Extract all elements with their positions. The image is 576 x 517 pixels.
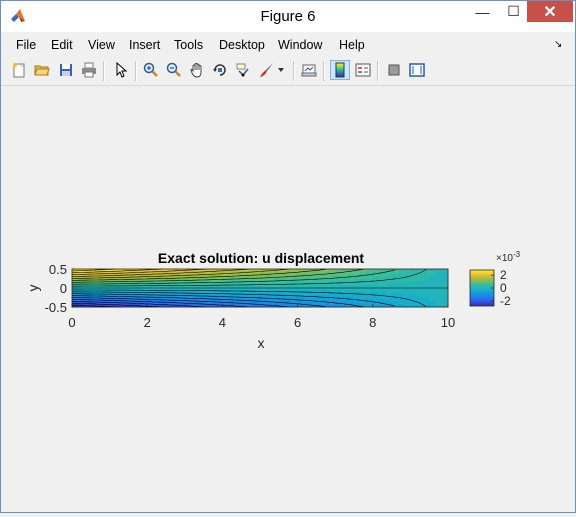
menu-overflow-icon[interactable]: ↘: [554, 39, 562, 50]
hide-plot-tools-icon[interactable]: [384, 60, 404, 80]
x-axis-label: x: [258, 335, 265, 351]
legend-icon[interactable]: [353, 60, 373, 80]
menu-file[interactable]: File: [16, 38, 36, 52]
zoom-in-icon[interactable]: [141, 60, 161, 80]
figure-window: Figure 6 — ☐ ✕ File Edit View Insert Too…: [0, 0, 576, 513]
x-tick-label: 8: [369, 315, 376, 330]
colorbar-exponent: ×10-3: [496, 250, 521, 264]
menu-help[interactable]: Help: [339, 38, 365, 52]
x-tick-label: 2: [144, 315, 151, 330]
show-plot-tools-icon[interactable]: [407, 60, 427, 80]
link-plot-icon[interactable]: [299, 60, 319, 80]
new-figure-icon[interactable]: [9, 60, 29, 80]
y-tick-label: -0.5: [45, 300, 67, 315]
toolbar-separator: [293, 61, 295, 81]
save-icon[interactable]: [56, 60, 76, 80]
close-button[interactable]: ✕: [527, 1, 573, 22]
y-axis-ticks: 0.5 0 -0.5: [45, 262, 75, 315]
contour-fill: [71, 268, 449, 308]
menu-desktop[interactable]: Desktop: [219, 38, 265, 52]
colorbar[interactable]: [469, 269, 495, 307]
plot-title: Exact solution: u displacement: [158, 250, 364, 266]
toolbar: [1, 57, 575, 86]
pointer-icon[interactable]: [111, 60, 131, 80]
x-tick-label: 0: [68, 315, 75, 330]
toolbar-separator: [323, 61, 325, 81]
x-tick-label: 4: [219, 315, 226, 330]
x-tick-label: 6: [294, 315, 301, 330]
open-file-icon[interactable]: [32, 60, 52, 80]
title-bar[interactable]: Figure 6 — ☐ ✕: [1, 1, 575, 32]
print-icon[interactable]: [79, 60, 99, 80]
colorbar-tick-label: -2: [500, 294, 511, 308]
zoom-out-icon[interactable]: [164, 60, 184, 80]
x-axis-ticks: 0 2 4 6 8 10: [68, 304, 455, 330]
menu-tools[interactable]: Tools: [174, 38, 203, 52]
toolbar-separator: [135, 61, 137, 81]
brush-dropdown-icon[interactable]: [275, 60, 287, 80]
y-axis-label: y: [25, 285, 41, 292]
pan-icon[interactable]: [187, 60, 207, 80]
x-tick-label: 10: [441, 315, 455, 330]
toolbar-separator: [377, 61, 379, 81]
rotate-3d-icon[interactable]: [210, 60, 230, 80]
y-tick-label: 0.5: [49, 262, 67, 277]
y-tick-label: 0: [60, 281, 67, 296]
menu-window[interactable]: Window: [278, 38, 322, 52]
figure-canvas[interactable]: Exact solution: u displacement 0 2 4 6 8 10 0…: [1, 86, 575, 512]
maximize-button[interactable]: ☐: [500, 1, 527, 22]
data-cursor-icon[interactable]: [233, 60, 253, 80]
colorbar-icon[interactable]: [330, 60, 350, 80]
menu-insert[interactable]: Insert: [129, 38, 160, 52]
brush-icon[interactable]: [257, 60, 277, 80]
menu-bar: File Edit View Insert Tools Desktop Wind…: [1, 33, 575, 55]
contour-plot[interactable]: Exact solution: u displacement 0 2 4 6 8 10 0…: [1, 86, 575, 512]
menu-edit[interactable]: Edit: [51, 38, 73, 52]
menu-view[interactable]: View: [88, 38, 115, 52]
toolbar-separator: [103, 61, 105, 81]
minimize-button[interactable]: —: [469, 1, 496, 22]
